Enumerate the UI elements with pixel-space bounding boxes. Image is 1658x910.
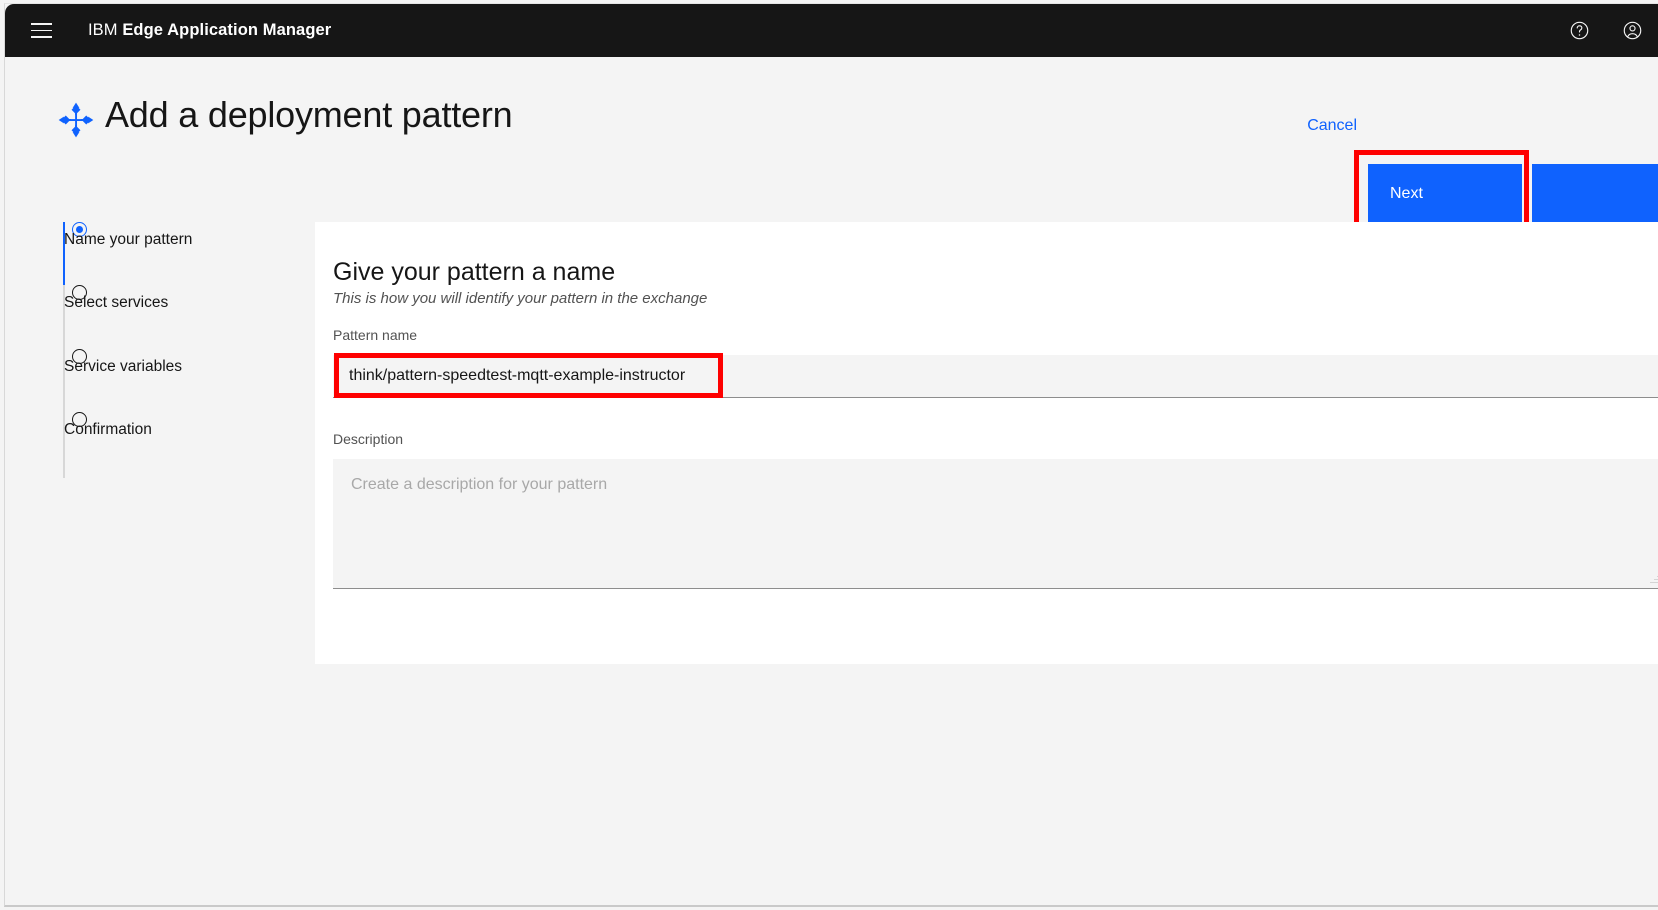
deployment-pattern-icon (58, 102, 94, 138)
navbar-actions (1553, 4, 1658, 57)
pattern-name-label: Pattern name (333, 327, 418, 343)
brand-name: Edge Application Manager (122, 21, 332, 39)
top-navigation-bar: IBM Edge Application Manager (5, 4, 1658, 57)
description-textarea[interactable] (333, 459, 1658, 589)
progress-indicator: Name your pattern Select services Servic… (63, 222, 293, 482)
page-title: Add a deployment pattern (105, 94, 513, 135)
step-label: Select services (64, 294, 169, 311)
next-button-overflow-slab[interactable] (1532, 164, 1658, 223)
page-header: Add a deployment pattern Cancel Next (5, 57, 1658, 238)
brand-prefix: IBM (88, 21, 118, 39)
help-circle-icon[interactable] (1553, 4, 1606, 57)
description-label: Description (333, 431, 404, 447)
form-heading: Give your pattern a name (333, 258, 616, 286)
cancel-button[interactable]: Cancel (1307, 117, 1357, 135)
step-label: Name your pattern (64, 231, 193, 248)
step-label: Service variables (64, 358, 183, 375)
form-card: Give your pattern a name This is how you… (315, 222, 1658, 664)
browser-viewport: IBM Edge Application Manager Add a deplo… (4, 3, 1658, 907)
next-button[interactable]: Next (1368, 164, 1522, 223)
app-brand[interactable]: IBM Edge Application Manager (88, 21, 331, 40)
form-subheading: This is how you will identify your patte… (333, 290, 708, 307)
hamburger-bar (30, 23, 52, 25)
hamburger-bar (30, 36, 52, 38)
hamburger-menu-icon[interactable] (17, 4, 65, 57)
user-avatar-icon[interactable] (1606, 4, 1658, 57)
pattern-name-input[interactable] (333, 355, 1658, 398)
step-label: Confirmation (64, 421, 152, 438)
app-screenshot: IBM Edge Application Manager Add a deplo… (0, 0, 1658, 910)
hamburger-bar (30, 29, 52, 32)
